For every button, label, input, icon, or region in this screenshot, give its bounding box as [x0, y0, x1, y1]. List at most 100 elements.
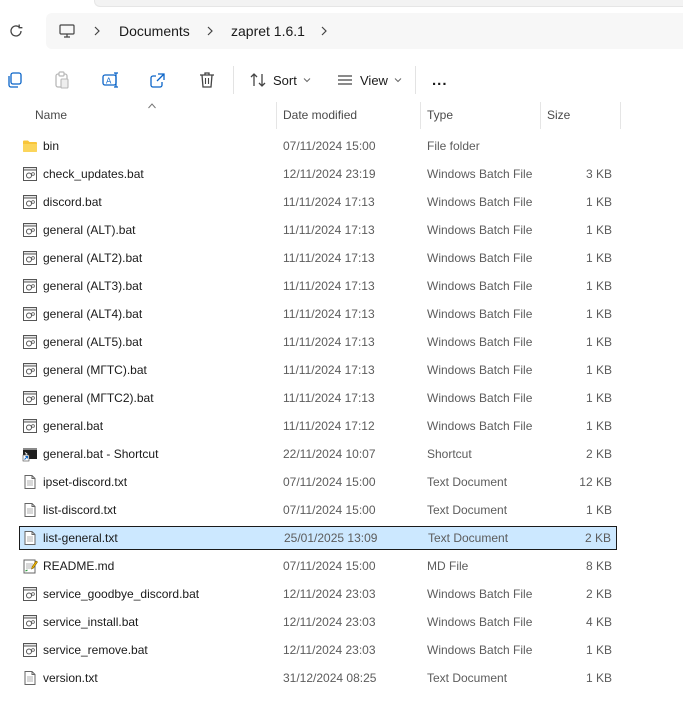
batch-file-icon — [22, 418, 38, 434]
copy-icon[interactable] — [5, 70, 25, 90]
batch-file-icon — [22, 250, 38, 266]
file-type: Windows Batch File — [427, 279, 533, 293]
file-row[interactable]: general (ALT2).bat 11/11/2024 17:13 Window… — [19, 246, 617, 270]
file-name: general (ALT5).bat — [43, 335, 143, 349]
file-name: list-general.txt — [43, 531, 118, 545]
file-type: Windows Batch File — [427, 195, 533, 209]
file-date-modified: 12/11/2024 23:03 — [283, 615, 376, 629]
file-row[interactable]: README.md 07/11/2024 15:00 MD File 8 KB — [19, 554, 617, 578]
file-name: ipset-discord.txt — [43, 475, 128, 489]
column-size[interactable]: Size — [540, 102, 620, 129]
address-bar[interactable]: Documents zapret 1.6.1 — [46, 13, 683, 49]
file-row[interactable]: bin 07/11/2024 15:00 File folder — [19, 134, 617, 158]
folder-icon — [22, 138, 38, 154]
file-date-modified: 12/11/2024 23:03 — [283, 587, 376, 601]
paste-icon[interactable] — [52, 70, 72, 90]
file-date-modified: 07/11/2024 15:00 — [283, 503, 376, 517]
view-list-icon — [338, 75, 352, 85]
file-name: service_goodbye_discord.bat — [43, 587, 200, 601]
file-row[interactable]: list-discord.txt 07/11/2024 15:00 Text Doc… — [19, 498, 617, 522]
file-row[interactable]: service_goodbye_discord.bat 12/11/2024 23… — [19, 582, 617, 606]
sort-icon — [250, 73, 266, 87]
this-pc-icon[interactable] — [58, 22, 76, 40]
file-row[interactable]: general.bat 11/11/2024 17:12 Windows Batch… — [19, 414, 617, 438]
breadcrumb-documents[interactable]: Documents — [119, 23, 190, 39]
file-date-modified: 11/11/2024 17:13 — [283, 251, 375, 265]
file-size: 2 KB — [584, 531, 611, 545]
file-size: 1 KB — [585, 279, 612, 293]
breadcrumb-current-folder[interactable]: zapret 1.6.1 — [231, 23, 305, 39]
command-bar: A Sort View ... — [0, 58, 683, 102]
file-row[interactable]: version.txt 31/12/2024 08:25 Text Document… — [19, 666, 617, 690]
column-divider[interactable] — [620, 102, 621, 129]
file-row[interactable]: service_remove.bat 12/11/2024 23:03 Window… — [19, 638, 617, 662]
file-size: 3 KB — [585, 167, 612, 181]
file-name: general (ALT).bat — [43, 223, 136, 237]
file-name: general.bat - Shortcut — [43, 447, 159, 461]
file-size: 1 KB — [585, 503, 612, 517]
file-row[interactable]: general (ALT4).bat 11/11/2024 17:13 Window… — [19, 302, 617, 326]
file-date-modified: 07/11/2024 15:00 — [283, 475, 376, 489]
file-name: general (ALT3).bat — [43, 279, 143, 293]
column-name[interactable]: Name — [28, 102, 276, 129]
address-bar-area: Documents zapret 1.6.1 — [0, 0, 683, 58]
batch-file-icon — [22, 222, 38, 238]
file-type: Windows Batch File — [427, 643, 533, 657]
file-name: bin — [43, 139, 60, 153]
column-date-modified[interactable]: Date modified — [276, 102, 420, 129]
batch-file-icon — [22, 390, 38, 406]
file-type: Text Document — [427, 671, 508, 685]
text-file-icon — [22, 474, 38, 490]
file-row[interactable]: general (ALT5).bat 11/11/2024 17:13 Window… — [19, 330, 617, 354]
batch-file-icon — [22, 642, 38, 658]
file-type: Text Document — [428, 531, 509, 545]
file-row[interactable]: check_updates.bat 12/11/2024 23:19 Windows… — [19, 162, 617, 186]
file-row[interactable]: ipset-discord.txt 07/11/2024 15:00 Text Do… — [19, 470, 617, 494]
file-row-selected[interactable]: list-general.txt 25/01/2025 13:09 Text Doc… — [19, 526, 617, 550]
markdown-file-icon — [22, 558, 38, 574]
file-row[interactable]: general (ALT3).bat 11/11/2024 17:13 Window… — [19, 274, 617, 298]
file-name: service_install.bat — [43, 615, 139, 629]
view-button[interactable]: View — [336, 68, 408, 92]
share-icon[interactable] — [148, 70, 168, 90]
file-name: version.txt — [43, 671, 98, 685]
file-date-modified: 12/11/2024 23:03 — [283, 643, 376, 657]
delete-icon[interactable] — [197, 70, 217, 90]
sort-label: Sort — [273, 72, 297, 88]
batch-file-icon — [22, 278, 38, 294]
refresh-icon[interactable] — [7, 22, 25, 40]
file-row[interactable]: general (МГТС).bat 11/11/2024 17:13 Window… — [19, 358, 617, 382]
file-date-modified: 11/11/2024 17:13 — [283, 307, 375, 321]
file-type: Windows Batch File — [427, 307, 533, 321]
chevron-right-icon[interactable] — [203, 24, 217, 38]
column-type[interactable]: Type — [420, 102, 540, 129]
file-row[interactable]: general.bat - Shortcut 22/11/2024 10:07 Sh… — [19, 442, 617, 466]
file-name: list-discord.txt — [43, 503, 117, 517]
rename-icon[interactable]: A — [101, 70, 121, 90]
tab-strip-edge — [94, 0, 683, 7]
file-date-modified: 31/12/2024 08:25 — [283, 671, 377, 685]
more-options-icon: ... — [432, 71, 448, 89]
file-type: Windows Batch File — [427, 391, 533, 405]
file-name: general (МГТС2).bat — [43, 391, 154, 405]
file-row[interactable]: general (МГТС2).bat 11/11/2024 17:13 Windo… — [19, 386, 617, 410]
file-row[interactable]: service_install.bat 12/11/2024 23:03 Windo… — [19, 610, 617, 634]
file-date-modified: 07/11/2024 15:00 — [283, 559, 376, 573]
batch-file-icon — [22, 306, 38, 322]
file-type: Windows Batch File — [427, 167, 533, 181]
file-date-modified: 07/11/2024 15:00 — [283, 139, 376, 153]
file-size: 1 KB — [585, 307, 612, 321]
file-name: general (ALT4).bat — [43, 307, 143, 321]
file-date-modified: 11/11/2024 17:13 — [283, 223, 375, 237]
chevron-right-icon[interactable] — [90, 24, 104, 38]
chevron-right-icon[interactable] — [317, 24, 331, 38]
file-size: 4 KB — [585, 615, 612, 629]
file-name: README.md — [43, 559, 115, 573]
file-size: 1 KB — [585, 643, 612, 657]
file-row[interactable]: general (ALT).bat 11/11/2024 17:13 Windows… — [19, 218, 617, 242]
file-name: check_updates.bat — [43, 167, 144, 181]
more-options-button[interactable]: ... — [432, 68, 448, 92]
file-date-modified: 11/11/2024 17:13 — [283, 363, 375, 377]
sort-button[interactable]: Sort — [249, 68, 317, 92]
file-row[interactable]: discord.bat 11/11/2024 17:13 Windows Batch… — [19, 190, 617, 214]
